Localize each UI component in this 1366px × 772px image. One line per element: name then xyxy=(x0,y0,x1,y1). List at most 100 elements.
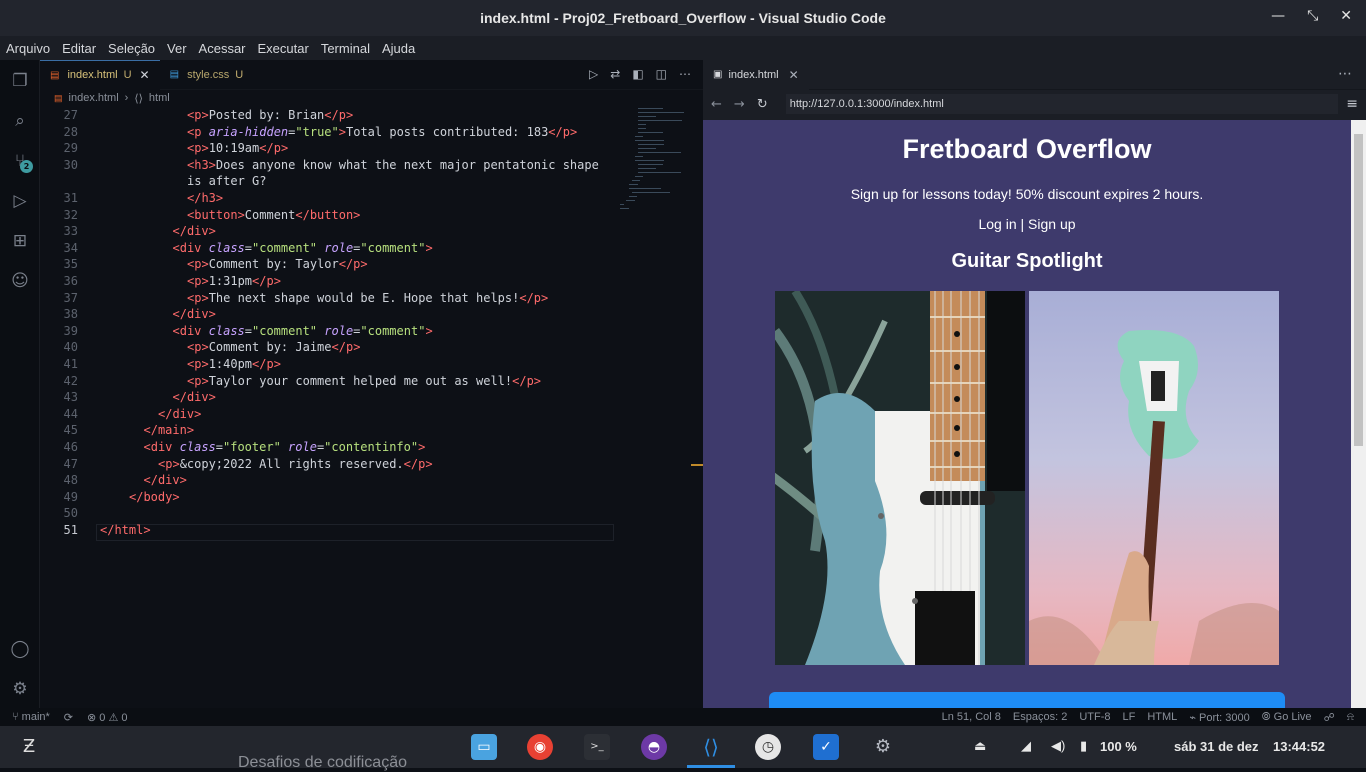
reload-icon[interactable]: ↻ xyxy=(757,97,768,112)
code-line[interactable]: <p>Posted by: Brian</p> xyxy=(187,108,353,122)
webview-scrollbar[interactable] xyxy=(1351,120,1366,708)
problems-indicator[interactable]: ⊗ 0 ⚠ 0 xyxy=(87,711,127,724)
code-line[interactable]: <p aria-hidden="true">Total posts contri… xyxy=(187,125,577,139)
close-icon[interactable]: ✕ xyxy=(1340,8,1352,24)
code-line[interactable]: <h3>Does anyone know what the next major… xyxy=(187,158,599,172)
run-icon[interactable]: ▷ xyxy=(589,67,598,81)
more-actions-icon[interactable]: ⋯ xyxy=(1338,66,1352,82)
code-line[interactable]: <p>The next shape would be E. Hope that … xyxy=(187,291,548,305)
settings-app-icon[interactable]: ⚙ xyxy=(870,734,896,760)
language-mode[interactable]: HTML xyxy=(1147,711,1177,724)
zorin-menu-icon[interactable]: Ƶ xyxy=(16,734,42,760)
encoding[interactable]: UTF-8 xyxy=(1079,711,1110,724)
code-line[interactable]: </main> xyxy=(144,423,195,437)
menu-selecao[interactable]: Seleção xyxy=(108,41,155,56)
html-file-icon: ▤ xyxy=(50,69,60,81)
menu-acessar[interactable]: Acessar xyxy=(199,41,246,56)
chrome-icon[interactable]: ◉ xyxy=(527,734,553,760)
extensions-icon[interactable]: ⊞ xyxy=(9,230,31,252)
indentation[interactable]: Espaços: 2 xyxy=(1013,711,1067,724)
breadcrumb-file[interactable]: index.html xyxy=(69,92,119,104)
settings-gear-icon[interactable]: ⚙ xyxy=(9,678,31,700)
line-number: 30 xyxy=(63,157,78,172)
tab-index-html[interactable]: ▤ index.html U ✕ xyxy=(40,59,160,90)
code-line[interactable]: <p>Comment by: Taylor</p> xyxy=(187,257,368,271)
clock-app-icon[interactable]: ◷ xyxy=(755,734,781,760)
code-line[interactable]: <p>&copy;2022 All rights reserved.</p> xyxy=(158,457,433,471)
feedback-icon[interactable]: ☍ xyxy=(1324,711,1335,724)
run-debug-icon[interactable]: ▷ xyxy=(9,190,31,212)
tab-preview[interactable]: ▣ index.html ✕ xyxy=(703,59,809,90)
tab-label: style.css xyxy=(187,68,230,81)
code-line[interactable]: </div> xyxy=(173,307,216,321)
code-line[interactable]: <div class="comment" role="comment"> xyxy=(173,324,433,338)
vscode-icon[interactable]: ⟨⟩ xyxy=(698,734,724,760)
back-icon[interactable]: ← xyxy=(711,97,722,112)
compare-icon[interactable]: ⇄ xyxy=(610,67,620,81)
notifications-bell-icon[interactable]: ⍾ xyxy=(1347,711,1354,724)
date[interactable]: sáb 31 de dez xyxy=(1174,739,1259,754)
open-preview-icon[interactable]: ◧ xyxy=(632,67,643,81)
tab-close-icon[interactable]: ✕ xyxy=(789,68,799,82)
cursor-position[interactable]: Ln 51, Col 8 xyxy=(942,711,1001,724)
auth-links[interactable]: Log in | Sign up xyxy=(703,216,1351,232)
url-bar[interactable]: http://127.0.0.1:3000/index.html xyxy=(785,94,1338,114)
breadcrumb-node[interactable]: html xyxy=(149,92,170,104)
terminal-icon[interactable]: >_ xyxy=(584,734,610,760)
files-icon[interactable]: ▭ xyxy=(471,734,497,760)
server-port[interactable]: ⌁ Port: 3000 xyxy=(1189,711,1249,724)
volume-icon[interactable]: ◀) xyxy=(1051,738,1065,754)
menu-arquivo[interactable]: Arquivo xyxy=(6,41,50,56)
minimize-icon[interactable]: — xyxy=(1271,8,1285,24)
forward-icon[interactable]: → xyxy=(734,97,745,112)
minimap-line xyxy=(638,128,646,129)
end-of-line[interactable]: LF xyxy=(1123,711,1136,724)
minimap[interactable] xyxy=(620,108,690,218)
code-line[interactable]: </div> xyxy=(173,224,216,238)
code-line[interactable]: <button>Comment</button> xyxy=(187,208,360,222)
cta-banner[interactable] xyxy=(769,692,1285,708)
restore-icon[interactable]: ⤡ xyxy=(1307,8,1318,24)
more-actions-icon[interactable]: ⋯ xyxy=(679,67,691,81)
code-line[interactable]: </body> xyxy=(129,490,180,504)
code-line[interactable]: </div> xyxy=(144,473,187,487)
menu-ver[interactable]: Ver xyxy=(167,41,187,56)
code-line[interactable]: </html> xyxy=(100,523,151,537)
code-line[interactable]: </h3> xyxy=(187,191,223,205)
branch-indicator[interactable]: ⑂ main* xyxy=(12,711,50,724)
code-line[interactable]: <div class="footer" role="contentinfo"> xyxy=(144,440,426,454)
menu-executar[interactable]: Executar xyxy=(258,41,309,56)
tab-style-css[interactable]: ▤ style.css U xyxy=(160,60,254,90)
battery-icon[interactable]: ▮ xyxy=(1080,738,1087,754)
search-icon[interactable]: ⌕ xyxy=(9,110,31,132)
code-line[interactable]: <p>Comment by: Jaime</p> xyxy=(187,340,360,354)
code-line[interactable]: <p>10:19am</p> xyxy=(187,141,288,155)
status-bar: ⑂ main* ⟳ ⊗ 0 ⚠ 0 Ln 51, Col 8 Espaços: … xyxy=(0,708,1366,726)
tab-close-icon[interactable]: ✕ xyxy=(140,68,150,82)
tasks-icon[interactable]: ✓ xyxy=(813,734,839,760)
go-live-button[interactable]: ⦾ Go Live xyxy=(1262,711,1312,724)
menu-icon[interactable]: ≡ xyxy=(1346,96,1358,112)
github-icon[interactable]: ◓ xyxy=(641,734,667,760)
clock-time[interactable]: 13:44:52 xyxy=(1273,739,1325,754)
minimap-line xyxy=(638,120,683,121)
code-line[interactable]: </div> xyxy=(173,390,216,404)
account-icon[interactable]: ◯ xyxy=(9,638,31,660)
explorer-icon[interactable]: ❐ xyxy=(9,70,31,92)
code-line[interactable]: is after G? xyxy=(187,174,266,188)
menu-ajuda[interactable]: Ajuda xyxy=(382,41,415,56)
code-line[interactable]: <p>1:40pm</p> xyxy=(187,357,281,371)
code-line[interactable]: <p>Taylor your comment helped me out as … xyxy=(187,374,541,388)
split-editor-icon[interactable]: ◫ xyxy=(656,67,667,81)
eject-icon[interactable]: ⏏ xyxy=(974,738,986,754)
menu-terminal[interactable]: Terminal xyxy=(321,41,370,56)
menu-editar[interactable]: Editar xyxy=(62,41,96,56)
scrollbar-thumb[interactable] xyxy=(1354,134,1363,446)
code-line[interactable]: <p>1:31pm</p> xyxy=(187,274,281,288)
code-line[interactable]: <div class="comment" role="comment"> xyxy=(173,241,433,255)
wifi-icon[interactable]: ◢ xyxy=(1021,738,1031,754)
remote-icon[interactable]: ☺ xyxy=(9,270,31,292)
sync-icon[interactable]: ⟳ xyxy=(64,711,73,724)
code-line[interactable]: </div> xyxy=(158,407,201,421)
minimap-line xyxy=(638,152,682,153)
